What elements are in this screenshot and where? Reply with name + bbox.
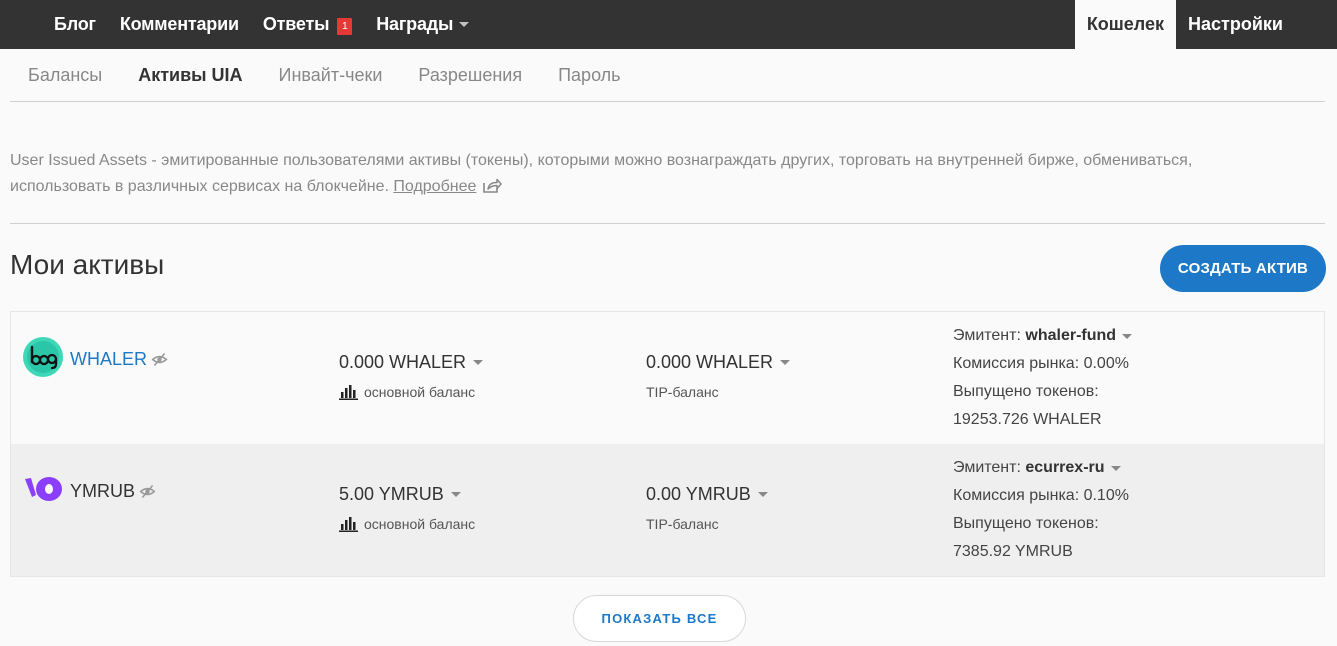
tab-invite-checks[interactable]: Инвайт-чеки — [279, 65, 383, 86]
tab-password[interactable]: Пароль — [558, 65, 620, 86]
chevron-down-icon — [459, 22, 470, 27]
supply-value: 19253.726 WHALER — [953, 411, 1102, 428]
supply-label: Выпущено токенов: — [953, 383, 1099, 400]
whaler-logo-icon — [23, 337, 63, 377]
more-link[interactable]: Подробнее — [393, 178, 476, 195]
asset-name: YMRUB — [70, 481, 136, 501]
tip-balance-dropdown[interactable]: 0.000 WHALER — [646, 352, 791, 373]
external-link-icon[interactable] — [482, 178, 503, 194]
eye-slash-icon[interactable] — [151, 351, 168, 368]
issuer-dropdown[interactable]: whaler-fund — [1025, 322, 1133, 350]
issuer-dropdown[interactable]: ecurrex-ru — [1025, 454, 1121, 482]
nav-blog[interactable]: Блог — [42, 0, 108, 49]
page-title: Мои активы — [10, 249, 165, 280]
section-divider — [10, 223, 1325, 224]
show-all-button[interactable]: ПОКАЗАТЬ ВСЕ — [573, 595, 746, 642]
supply-value: 7385.92 YMRUB — [953, 543, 1073, 560]
chevron-down-icon — [473, 360, 484, 365]
nav-comments[interactable]: Комментарии — [108, 0, 251, 49]
market-fee: Комиссия рынка: 0.00% — [953, 355, 1129, 372]
wallet-subnav: Балансы Активы UIA Инвайт-чеки Разрешени… — [10, 49, 1325, 102]
chevron-down-icon — [1122, 333, 1133, 339]
chevron-down-icon — [780, 360, 791, 365]
tip-balance-label: TIP-баланс — [646, 384, 719, 400]
chevron-down-icon — [1110, 465, 1121, 471]
asset-row-ymrub: YMRUB 5.00 YMRUB основной баланс 0.00 YM… — [11, 444, 1324, 576]
top-nav-right: Кошелек Настройки — [1074, 0, 1295, 49]
tab-permissions[interactable]: Разрешения — [418, 65, 522, 86]
main-balance-label: основной баланс — [339, 384, 475, 400]
chevron-down-icon — [757, 492, 768, 497]
supply-label: Выпущено токенов: — [953, 515, 1099, 532]
nav-wallet[interactable]: Кошелек — [1074, 0, 1177, 49]
main-balance-dropdown[interactable]: 0.000 WHALER — [339, 352, 484, 373]
asset-info: Эмитент: whaler-fund Комиссия рынка: 0.0… — [953, 322, 1133, 434]
main-balance-label: основной баланс — [339, 516, 475, 532]
uia-description: User Issued Assets - эмитированные польз… — [10, 148, 1290, 200]
nav-replies[interactable]: Ответы 1 — [251, 0, 364, 49]
assets-table: WHALER 0.000 WHALER основной баланс 0.00… — [10, 311, 1325, 577]
asset-info: Эмитент: ecurrex-ru Комиссия рынка: 0.10… — [953, 454, 1129, 566]
tip-balance-label: TIP-баланс — [646, 516, 719, 532]
eye-slash-icon[interactable] — [139, 483, 156, 500]
main-balance-dropdown[interactable]: 5.00 YMRUB — [339, 484, 461, 505]
nav-settings[interactable]: Настройки — [1176, 0, 1295, 49]
tab-uia-assets[interactable]: Активы UIA — [138, 65, 242, 86]
tip-balance-dropdown[interactable]: 0.00 YMRUB — [646, 484, 768, 505]
top-navigation-bar: Блог Комментарии Ответы 1 Награды Кошелек… — [0, 0, 1337, 49]
asset-name-link[interactable]: WHALER — [70, 349, 147, 370]
chevron-down-icon — [450, 492, 461, 497]
top-nav-left: Блог Комментарии Ответы 1 Награды — [42, 0, 481, 49]
bar-chart-icon[interactable] — [339, 384, 358, 400]
asset-row-whaler: WHALER 0.000 WHALER основной баланс 0.00… — [11, 312, 1324, 444]
bar-chart-icon[interactable] — [339, 516, 358, 532]
ymrub-logo-icon — [25, 477, 62, 501]
create-asset-button[interactable]: СОЗДАТЬ АКТИВ — [1160, 245, 1326, 292]
market-fee: Комиссия рынка: 0.10% — [953, 487, 1129, 504]
tab-balances[interactable]: Балансы — [28, 65, 102, 86]
nav-rewards[interactable]: Награды — [364, 0, 481, 49]
description-text: User Issued Assets - эмитированные польз… — [10, 152, 1193, 195]
replies-count-badge: 1 — [337, 18, 353, 35]
